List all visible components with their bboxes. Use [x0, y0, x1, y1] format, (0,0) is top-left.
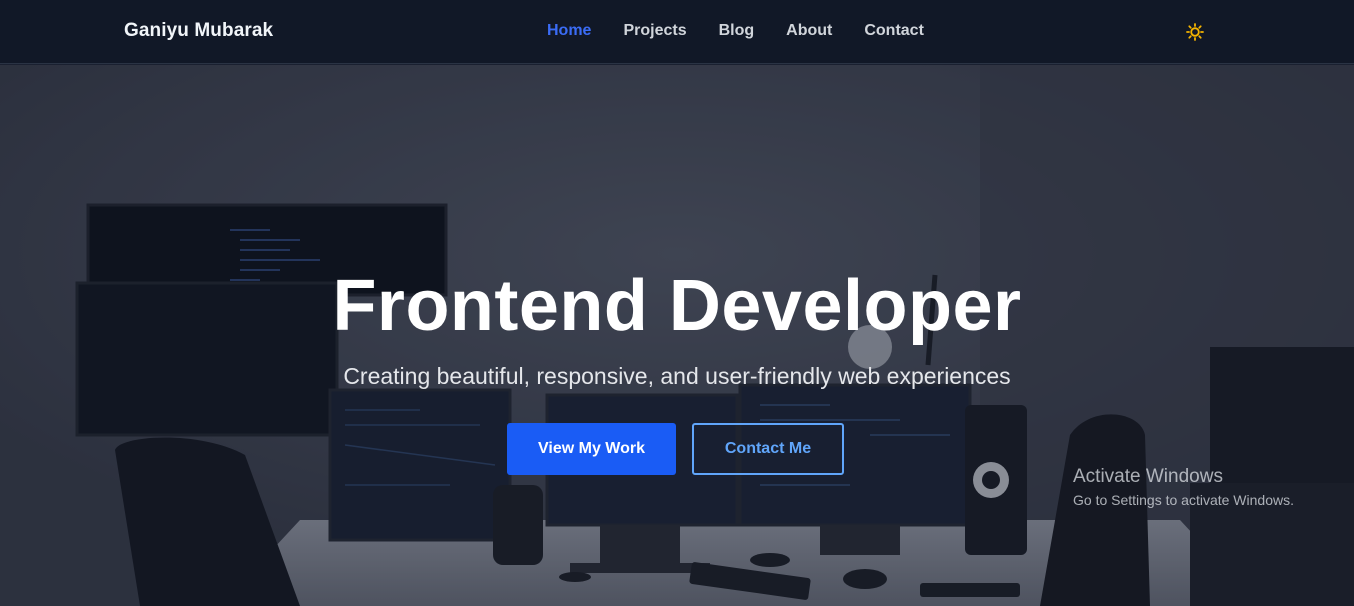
nav-link-projects[interactable]: Projects — [623, 22, 686, 40]
brand-logo[interactable]: Ganiyu Mubarak — [124, 20, 273, 42]
view-my-work-button[interactable]: View My Work — [507, 423, 676, 475]
navbar: Ganiyu Mubarak Home Projects Blog About … — [0, 0, 1354, 64]
watermark-subtitle: Go to Settings to activate Windows. — [1073, 492, 1294, 508]
nav-link-contact[interactable]: Contact — [864, 22, 924, 40]
nav-link-about[interactable]: About — [786, 22, 832, 40]
nav-link-blog[interactable]: Blog — [719, 22, 755, 40]
nav-link-home[interactable]: Home — [547, 22, 591, 40]
hero-section: Frontend Developer Creating beautiful, r… — [0, 65, 1354, 606]
hero-title: Frontend Developer — [332, 266, 1022, 346]
contact-me-button[interactable]: Contact Me — [692, 423, 844, 475]
hero-content: Frontend Developer Creating beautiful, r… — [0, 65, 1354, 606]
nav-links: Home Projects Blog About Contact — [547, 22, 924, 40]
theme-toggle-button[interactable] — [1186, 23, 1204, 41]
windows-activation-watermark: Activate Windows Go to Settings to activ… — [1073, 466, 1294, 508]
watermark-title: Activate Windows — [1073, 466, 1223, 487]
hero-subtitle: Creating beautiful, responsive, and user… — [343, 363, 1011, 389]
sun-icon — [1186, 23, 1204, 41]
